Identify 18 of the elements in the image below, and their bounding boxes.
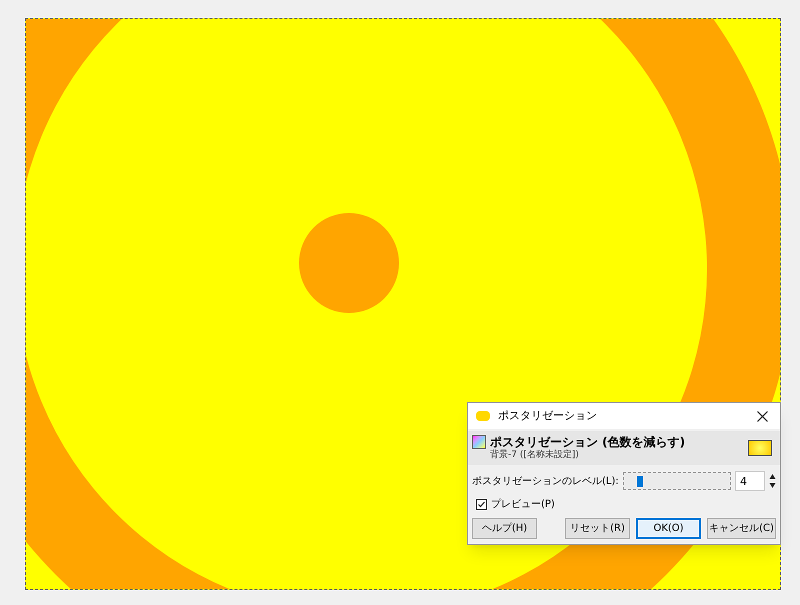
close-icon[interactable] <box>757 410 768 422</box>
dialog-heading: ポスタリゼーション (色数を減らす) <box>490 434 686 450</box>
reset-button[interactable]: リセット(R) <box>565 518 630 539</box>
preview-label[interactable]: プレビュー(P) <box>491 497 555 512</box>
level-field[interactable]: 4 <box>735 471 765 491</box>
spin-arrows-icon[interactable] <box>769 473 776 489</box>
filter-icon <box>472 435 486 449</box>
ok-button[interactable]: OK(O) <box>636 518 702 539</box>
preview-thumbnail <box>748 440 772 456</box>
level-slider[interactable] <box>622 472 731 490</box>
help-button[interactable]: ヘルプ(H) <box>472 518 537 539</box>
window-title: ポスタリゼーション <box>498 408 598 424</box>
preview-checkbox[interactable] <box>476 499 487 510</box>
app-icon <box>476 411 490 421</box>
layer-name: 背景-7 ([名称未設定]) <box>490 450 580 462</box>
cancel-button[interactable]: キャンセル(C) <box>707 518 776 539</box>
slider-thumb[interactable] <box>636 476 642 487</box>
level-label: ポスタリゼーションのレベル(L): <box>472 474 619 488</box>
